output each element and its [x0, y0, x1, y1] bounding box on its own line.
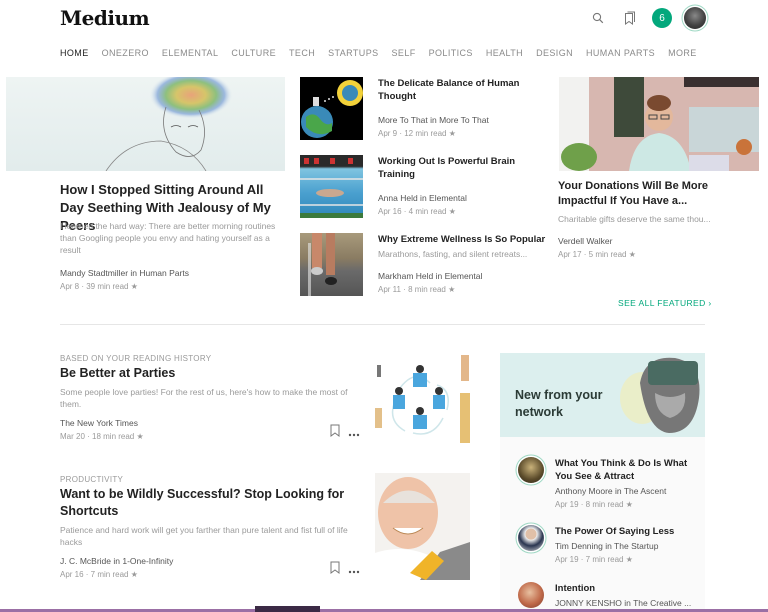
featured-item-image: [300, 155, 363, 218]
author-link[interactable]: The New York Times: [60, 418, 360, 428]
feed-item-title[interactable]: Be Better at Parties: [60, 365, 360, 382]
more-options-icon[interactable]: [348, 424, 360, 442]
featured-right-subtitle: Charitable gifts deserve the same thou..…: [558, 214, 711, 224]
featured-main-subtitle: I learned the hard way: There are better…: [60, 221, 276, 255]
header-actions: 6: [588, 7, 706, 29]
author-avatar[interactable]: [518, 582, 544, 608]
post-meta: Apr 17 · 5 min read ★: [558, 250, 636, 259]
medium-logo[interactable]: Medium: [60, 6, 150, 30]
network-panel: New from your network What You Think & D…: [500, 353, 705, 612]
nav-item-startups[interactable]: STARTUPS: [328, 48, 378, 58]
topic-nav: HOME ONEZERO ELEMENTAL CULTURE TECH STAR…: [60, 48, 710, 58]
featured-main-image[interactable]: [6, 77, 285, 171]
author-link[interactable]: Mandy Stadtmiller in Human Parts: [60, 268, 189, 278]
author-avatar[interactable]: [518, 525, 544, 551]
post-meta: Apr 9 · 12 min read ★: [378, 129, 456, 138]
author-link[interactable]: Tim Denning in The Startup: [555, 541, 705, 551]
section-divider: [60, 324, 705, 325]
featured-item-title[interactable]: Working Out Is Powerful Brain Training: [378, 155, 548, 181]
author-link[interactable]: More To That in More To That: [378, 115, 548, 125]
featured-item[interactable]: Working Out Is Powerful Brain Training A…: [300, 155, 545, 218]
nav-item-culture[interactable]: CULTURE: [231, 48, 276, 58]
network-item[interactable]: What You Think & Do Is What You See & At…: [518, 457, 703, 517]
feed-item-kicker: BASED ON YOUR READING HISTORY: [60, 354, 212, 363]
network-item-title[interactable]: The Power Of Saying Less: [555, 525, 705, 538]
author-link[interactable]: Verdell Walker: [558, 236, 738, 246]
author-link[interactable]: Markham Held in Elemental: [378, 271, 548, 281]
featured-item[interactable]: Why Extreme Wellness Is So Popular Marat…: [300, 233, 545, 296]
featured-right-details: Charitable gifts deserve the same thou..…: [558, 214, 738, 259]
featured-right-image[interactable]: [559, 77, 759, 171]
network-item-title[interactable]: What You Think & Do Is What You See & At…: [555, 457, 705, 483]
nav-item-human-parts[interactable]: HUMAN PARTS: [586, 48, 655, 58]
post-meta: Apr 11 · 8 min read ★: [378, 285, 456, 294]
network-panel-header: New from your network: [500, 353, 705, 437]
featured-item-image: [300, 233, 363, 296]
author-avatar[interactable]: [518, 457, 544, 483]
nav-item-design[interactable]: DESIGN: [536, 48, 573, 58]
network-item[interactable]: The Power Of Saying Less Tim Denning in …: [518, 525, 703, 575]
nav-item-more[interactable]: MORE: [668, 48, 697, 58]
bookmark-icon[interactable]: [330, 424, 340, 442]
author-link[interactable]: J. C. McBride in 1-One-Infinity: [60, 556, 360, 566]
nav-item-onezero[interactable]: ONEZERO: [102, 48, 149, 58]
featured-item-title[interactable]: The Delicate Balance of Human Thought: [378, 77, 548, 103]
network-item[interactable]: Intention JONNY KENSHO in The Creative .…: [518, 582, 703, 612]
network-item-title[interactable]: Intention: [555, 582, 705, 595]
author-link[interactable]: Anthony Moore in The Ascent: [555, 486, 705, 496]
author-link[interactable]: JONNY KENSHO in The Creative ...: [555, 598, 705, 608]
post-meta: Mar 20 · 18 min read ★: [60, 432, 144, 441]
next-item-image-edge: [255, 606, 320, 612]
bookmarks-icon[interactable]: [620, 8, 640, 28]
see-all-featured-link[interactable]: SEE ALL FEATURED ›: [618, 298, 712, 308]
feed-item-subtitle: Patience and hard work will get you fart…: [60, 525, 348, 547]
nav-item-self[interactable]: SELF: [392, 48, 416, 58]
search-icon[interactable]: [588, 8, 608, 28]
post-meta: Apr 16 · 7 min read ★: [60, 570, 138, 579]
author-link[interactable]: Anna Held in Elemental: [378, 193, 548, 203]
featured-item-image: [300, 77, 363, 140]
featured-main-byline: Mandy Stadtmiller in Human Parts Apr 8 ·…: [60, 268, 189, 291]
featured-item-title[interactable]: Why Extreme Wellness Is So Popular: [378, 233, 548, 246]
nav-item-health[interactable]: HEALTH: [486, 48, 523, 58]
featured-right-title[interactable]: Your Donations Will Be More Impactful If…: [558, 179, 738, 209]
featured-item-subtitle: Marathons, fasting, and silent retreats.…: [378, 249, 528, 259]
post-meta: Apr 16 · 4 min read ★: [378, 207, 456, 216]
nav-item-tech[interactable]: TECH: [289, 48, 315, 58]
post-meta: Apr 19 · 8 min read ★: [555, 500, 633, 509]
feed-item-image[interactable]: [375, 353, 470, 443]
network-panel-title: New from your network: [515, 388, 603, 419]
nav-item-home[interactable]: HOME: [60, 48, 89, 58]
feed-item: BASED ON YOUR READING HISTORY Be Better …: [60, 354, 360, 444]
user-avatar[interactable]: [684, 7, 706, 29]
feed-item-subtitle: Some people love parties! For the rest o…: [60, 387, 348, 409]
feed-item-kicker: PRODUCTIVITY: [60, 475, 124, 484]
nav-item-politics[interactable]: POLITICS: [429, 48, 473, 58]
notifications-badge[interactable]: 6: [652, 8, 672, 28]
feed-item-image[interactable]: [375, 473, 470, 580]
feed-item: PRODUCTIVITY Want to be Wildly Successfu…: [60, 475, 360, 585]
nav-item-elemental[interactable]: ELEMENTAL: [162, 48, 218, 58]
more-options-icon[interactable]: [348, 561, 360, 579]
feed-item-title[interactable]: Want to be Wildly Successful? Stop Looki…: [60, 486, 360, 520]
bookmark-icon[interactable]: [330, 561, 340, 579]
featured-item[interactable]: The Delicate Balance of Human Thought Mo…: [300, 77, 545, 140]
post-meta: Apr 8 · 39 min read ★: [60, 282, 138, 291]
post-meta: Apr 19 · 7 min read ★: [555, 555, 633, 564]
